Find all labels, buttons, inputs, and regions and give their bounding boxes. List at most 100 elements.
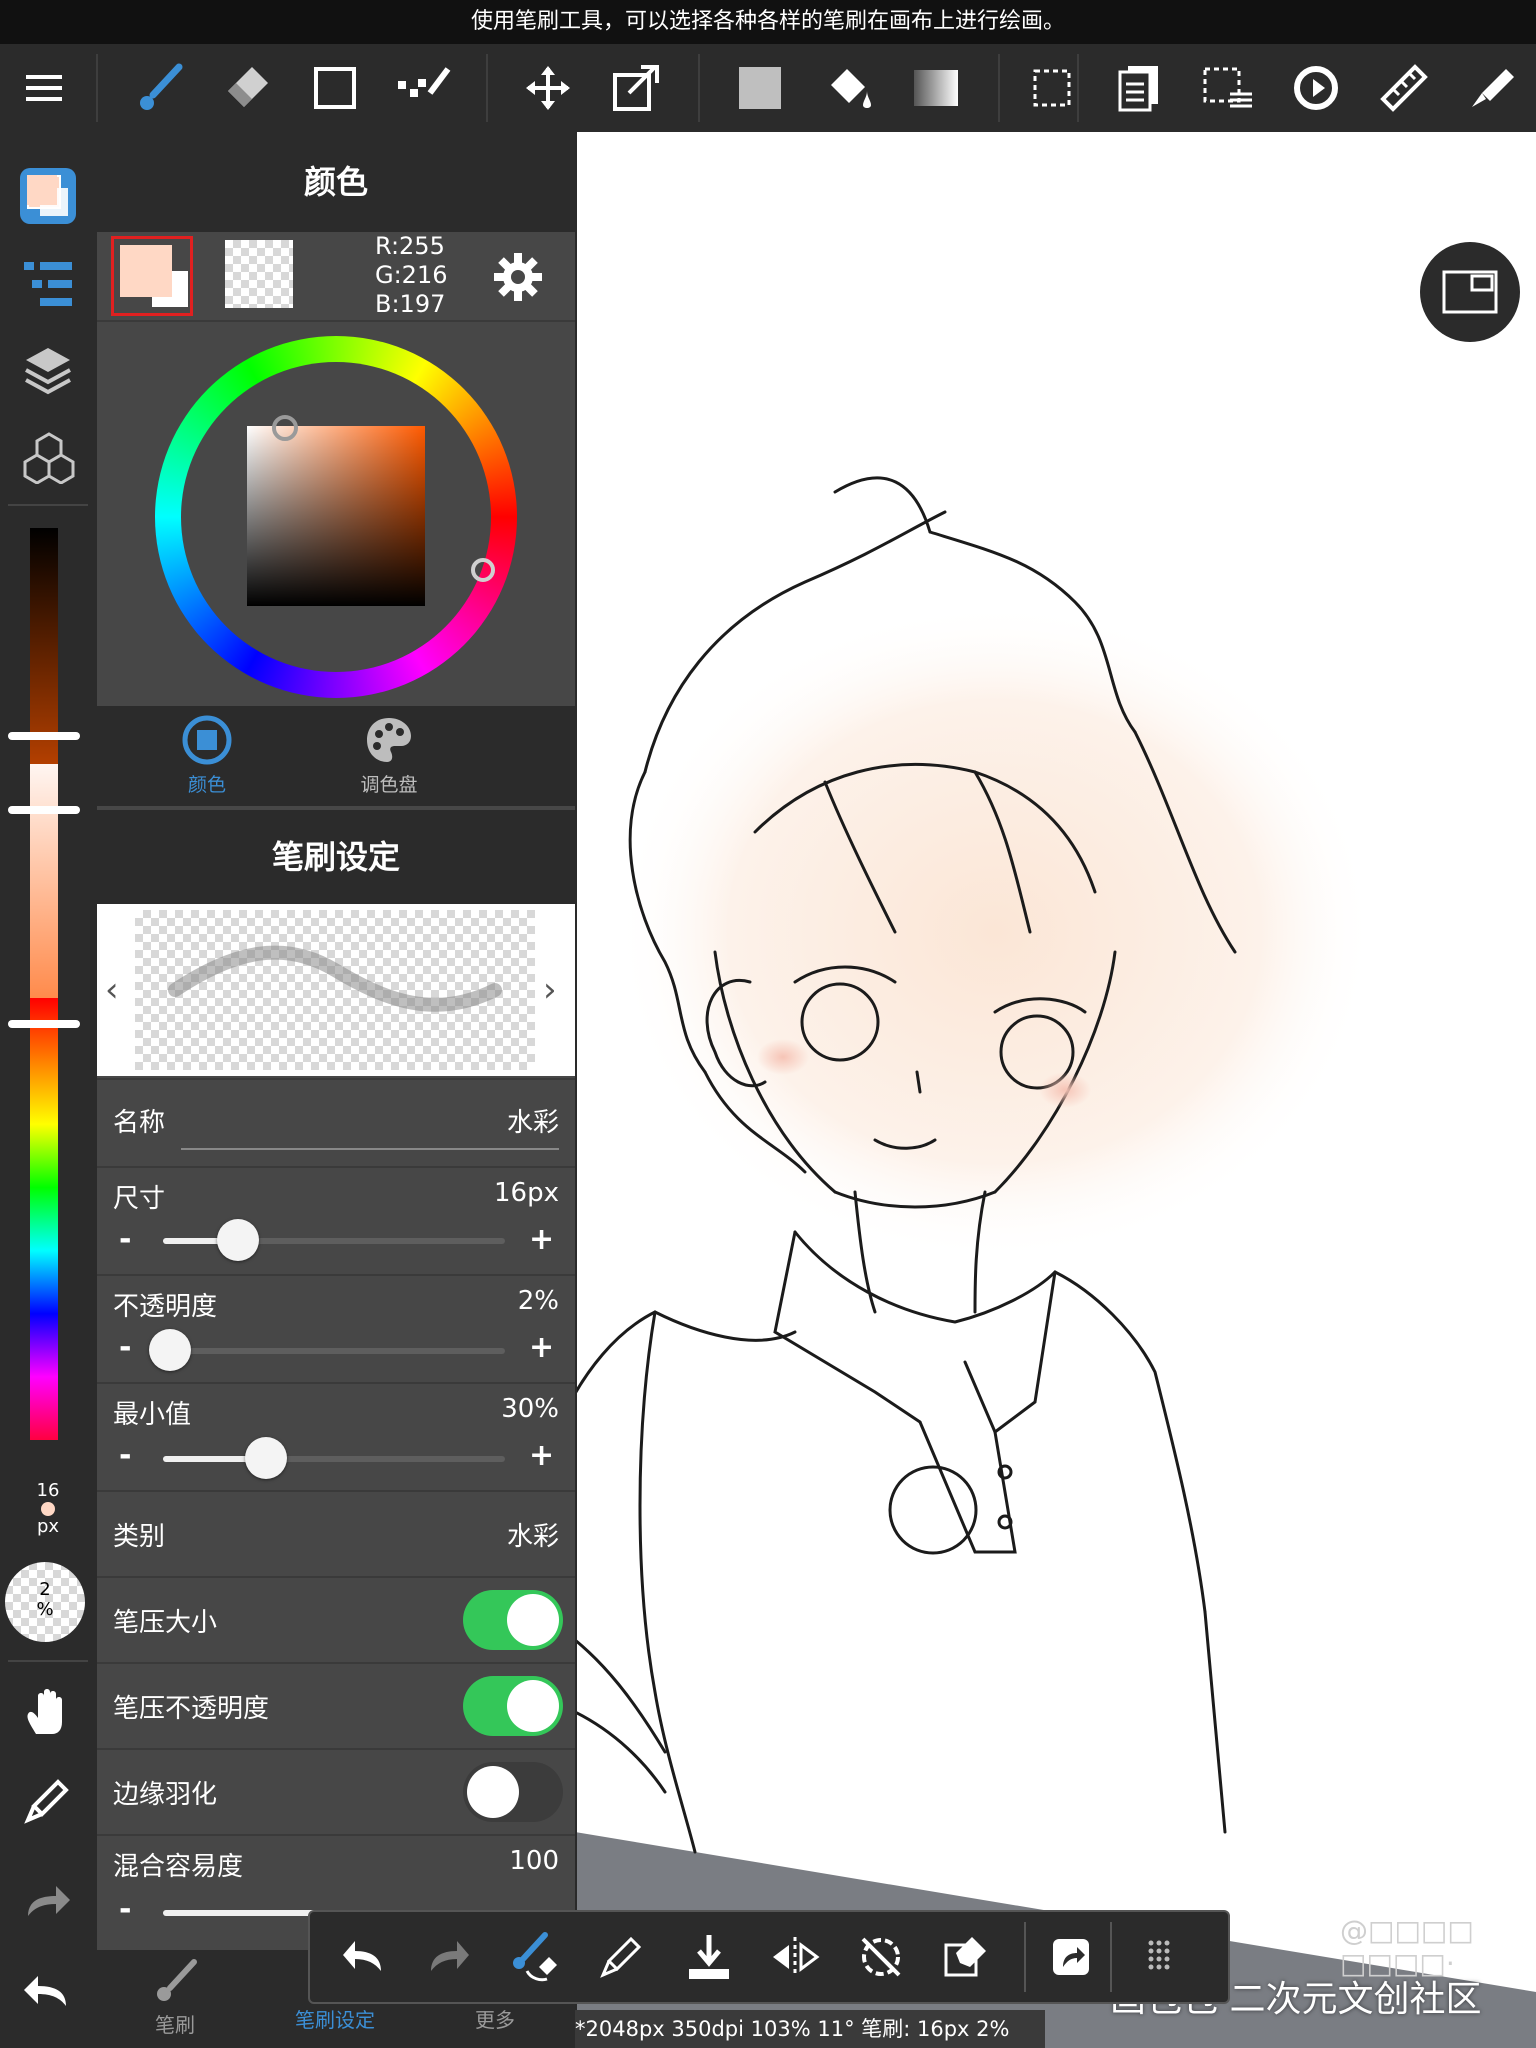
flip-icon[interactable] (762, 1924, 828, 1990)
min-slider[interactable] (163, 1437, 505, 1479)
opacity-slider[interactable] (148, 1329, 505, 1371)
undo-button[interactable] (330, 1924, 396, 1990)
opacity-value-text: 2% (517, 1286, 559, 1316)
color-info-row: R:255 G:216 B:197 (97, 232, 575, 322)
name-value: 水彩 (506, 1108, 559, 1138)
materials-icon[interactable] (22, 430, 76, 485)
min-label: 最小值 (113, 1400, 192, 1430)
reset-rotation-icon[interactable] (848, 1924, 914, 1990)
background-swatch[interactable] (225, 240, 293, 308)
prev-brush-arrow[interactable]: ‹ (105, 970, 119, 1010)
size-row: 尺寸 16px - + (97, 1166, 575, 1274)
gradient-icon[interactable] (900, 52, 972, 124)
undo-arrow-icon (343, 1941, 381, 1971)
layer-copy-icon[interactable] (1103, 52, 1175, 124)
opacity-minus-button[interactable]: - (119, 1330, 131, 1365)
color-tab-icon (182, 715, 232, 765)
blend-label: 混合容易度 (113, 1852, 244, 1882)
size-label: 尺寸 (113, 1184, 166, 1214)
gear-icon[interactable] (493, 252, 543, 302)
opacity-indicator[interactable]: 2 % (5, 1562, 85, 1642)
redo-button[interactable] (416, 1924, 482, 1990)
size-value: 16px (494, 1178, 559, 1208)
redo-icon[interactable] (22, 1882, 72, 1922)
status-bar: *2048px 350dpi 103% 11° 笔刷: 16px 2% (575, 2010, 1045, 2048)
drag-handle-icon[interactable] (1126, 1924, 1192, 1990)
canvas-area[interactable] (575, 132, 1536, 2048)
hue-slider-handle[interactable] (8, 1020, 80, 1028)
category-row[interactable]: 类别 水彩 (97, 1490, 575, 1576)
side-panel: 颜色 R:255 G:216 B:197 颜色 调色盘 笔刷设定 ‹ › 名称 … (97, 132, 577, 2048)
bucket-icon[interactable] (812, 52, 884, 124)
opacity-unit: % (36, 1599, 54, 1620)
hand-icon[interactable] (22, 1688, 72, 1738)
save-icon[interactable] (676, 1924, 742, 1990)
bottom-action-bar (308, 1910, 1230, 2004)
layers-icon[interactable] (22, 344, 74, 396)
edge-blur-row: 边缘羽化 (97, 1748, 575, 1834)
eyedropper-button-icon[interactable] (588, 1924, 654, 1990)
size-minus-button[interactable]: - (119, 1222, 131, 1257)
drawing-canvas[interactable] (575, 132, 1536, 2048)
blend-value: 100 (509, 1846, 559, 1876)
color-panel-title: 颜色 (97, 132, 575, 232)
brush-stroke-preview (168, 945, 502, 1012)
opacity-slider-knob[interactable] (148, 1329, 191, 1371)
saturation-value-square[interactable] (247, 426, 425, 606)
eyedropper-tool-icon[interactable] (1456, 52, 1528, 124)
rotate-icon[interactable] (1280, 52, 1352, 124)
brush-size-unit: px (36, 1516, 60, 1537)
brush-icon[interactable] (124, 52, 196, 124)
size-plus-button[interactable]: + (529, 1222, 554, 1257)
ruler-icon[interactable] (1368, 52, 1440, 124)
edge-blur-toggle[interactable] (463, 1762, 563, 1822)
menu-icon[interactable] (8, 52, 80, 124)
value-slider-handle[interactable] (8, 732, 80, 740)
min-plus-button[interactable]: + (529, 1438, 554, 1473)
min-minus-button[interactable]: - (119, 1438, 131, 1473)
eraser-toggle-icon[interactable] (934, 1924, 1000, 1990)
redo-arrow-icon (431, 1941, 469, 1971)
name-label: 名称 (113, 1108, 166, 1138)
brush-preview: ‹ › (97, 904, 575, 1076)
name-row[interactable]: 名称 水彩 (97, 1078, 575, 1166)
tab-color[interactable]: 颜色 (137, 714, 277, 797)
blend-minus-button[interactable]: - (119, 1892, 131, 1927)
next-brush-arrow[interactable]: › (543, 970, 557, 1010)
fill-color-icon[interactable] (724, 52, 796, 124)
sv-square-handle[interactable] (272, 415, 298, 441)
brush-list-icon[interactable] (24, 260, 74, 310)
undo-icon[interactable] (22, 1972, 72, 2012)
eyedropper-icon[interactable] (24, 1778, 70, 1824)
opacity-value: 2 (39, 1579, 51, 1600)
color-swatch-button[interactable] (20, 168, 76, 224)
saturation-slider-handle[interactable] (8, 806, 80, 814)
rgb-r: R:255 (375, 232, 445, 260)
hue-slider[interactable] (30, 998, 58, 1440)
foreground-swatch[interactable] (111, 236, 193, 316)
size-slider-knob[interactable] (217, 1219, 260, 1261)
brush-eraser-switch-icon[interactable] (502, 1924, 568, 1990)
brush-size-indicator[interactable]: 16 px (20, 1482, 76, 1542)
dot-brush-icon[interactable] (388, 52, 460, 124)
pressure-size-toggle[interactable] (463, 1590, 563, 1650)
shape-icon[interactable] (299, 52, 371, 124)
pressure-opacity-row: 笔压不透明度 (97, 1662, 575, 1748)
opacity-plus-button[interactable]: + (529, 1330, 554, 1365)
tab-brush[interactable]: 笔刷 (100, 1950, 250, 2048)
tab-palette[interactable]: 调色盘 (319, 714, 459, 797)
share-icon[interactable] (1038, 1924, 1104, 1990)
left-rail: 16 px 2 % (0, 132, 97, 2048)
eraser-icon[interactable] (211, 52, 283, 124)
brush-size-value: 16 (36, 1480, 60, 1501)
reference-window-button[interactable] (1420, 242, 1520, 342)
rgb-b: B:197 (375, 290, 446, 318)
hue-ring-handle[interactable] (471, 558, 495, 582)
select-menu-icon[interactable] (1192, 52, 1264, 124)
top-toolbar (0, 44, 1536, 132)
size-slider[interactable] (163, 1219, 505, 1261)
transform-icon[interactable] (600, 52, 672, 124)
move-icon[interactable] (512, 52, 584, 124)
pressure-opacity-toggle[interactable] (463, 1676, 563, 1736)
min-slider-knob[interactable] (244, 1437, 287, 1479)
